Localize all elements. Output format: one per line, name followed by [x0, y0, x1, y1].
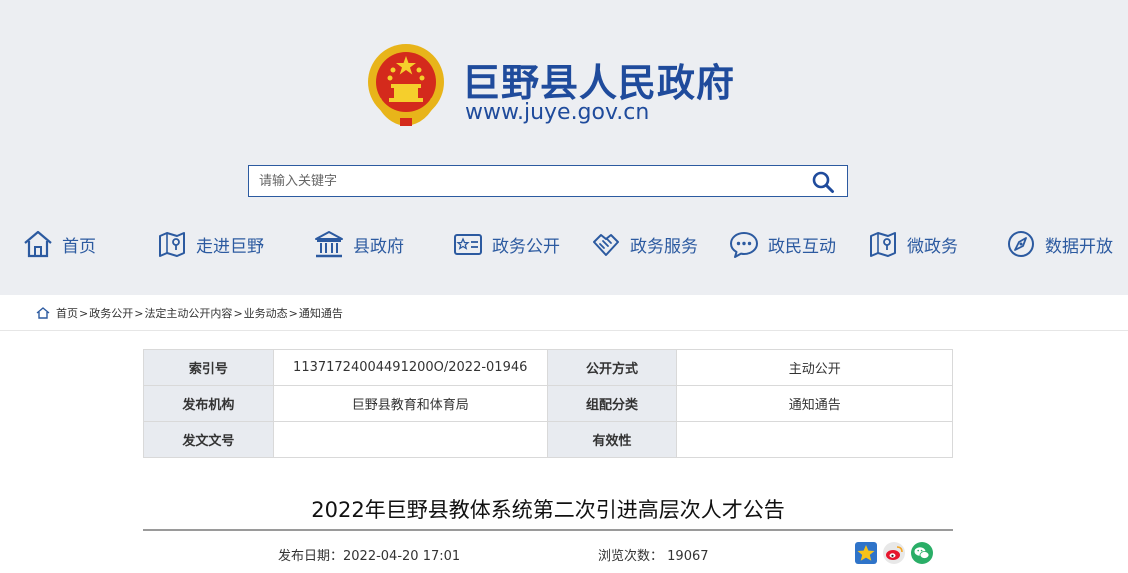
- publisher-label: 发布机构: [143, 385, 274, 422]
- nav-item-government-affairs-disclosure[interactable]: 政务公开: [452, 222, 560, 266]
- site-url[interactable]: www.juye.gov.cn: [465, 100, 649, 125]
- nav-item-micro-government[interactable]: 微政务: [867, 222, 958, 266]
- validity-label: 有效性: [546, 421, 678, 458]
- breadcrumb-separator: >: [134, 306, 144, 320]
- compass-icon: [1008, 231, 1034, 257]
- map-icon: [159, 232, 185, 257]
- publish-date: 发布日期：2022-04-20 17:01: [278, 545, 460, 564]
- breadcrumb-link-business-news[interactable]: 业务动态: [244, 305, 288, 321]
- publish-date-label: 发布日期：: [278, 549, 344, 564]
- category-label: 组配分类: [546, 385, 678, 422]
- open-method-value: 主动公开: [676, 349, 953, 386]
- breadcrumb-separator: >: [79, 306, 89, 320]
- nav-item-label: 政务服务: [630, 236, 698, 257]
- nav-item-open-data[interactable]: 数据开放: [1005, 222, 1113, 266]
- chat-icon: [730, 232, 758, 258]
- document-number-value: [272, 421, 548, 458]
- article-title: 2022年巨野县教体系统第二次引进高层次人才公告: [311, 498, 785, 522]
- nav-item-label: 政民互动: [768, 236, 836, 257]
- national-emblem-icon: [368, 44, 444, 126]
- nav-item-label: 微政务: [907, 236, 958, 257]
- index-number-label: 索引号: [143, 349, 274, 386]
- favorite-star-icon[interactable]: [855, 542, 877, 564]
- wechat-icon[interactable]: [911, 542, 933, 564]
- view-count: 浏览次数： 19067: [598, 545, 709, 564]
- nav-item-label: 县政府: [353, 236, 404, 257]
- breadcrumb-link-disclosure[interactable]: 政务公开: [89, 305, 133, 321]
- document-number-label: 发文文号: [143, 421, 274, 458]
- nav-item-label: 走进巨野: [196, 236, 264, 257]
- search-box: [248, 165, 848, 197]
- breadcrumb-link-home[interactable]: 首页: [56, 305, 78, 321]
- breadcrumb-bar: 首页 > 政务公开 > 法定主动公开内容 > 业务动态 > 通知通告: [0, 295, 1128, 331]
- site-header: 巨野县人民政府 www.juye.gov.cn 首页 走进巨野: [0, 0, 1128, 295]
- table-row: 发文文号 有效性: [143, 421, 953, 458]
- nav-item-public-interaction[interactable]: 政民互动: [728, 222, 836, 266]
- handshake-icon: [593, 234, 619, 256]
- breadcrumb: 首页 > 政务公开 > 法定主动公开内容 > 业务动态 > 通知通告: [36, 305, 343, 321]
- government-building-icon: [315, 231, 343, 258]
- main-nav: 首页 走进巨野 县政府 政务公开 政务服务 政民互动 微政务 数据开放: [0, 222, 1128, 266]
- share-bar: [855, 542, 939, 564]
- publisher-value: 巨野县教育和体育局: [272, 385, 548, 422]
- view-count-label: 浏览次数：: [598, 549, 664, 564]
- open-method-label: 公开方式: [546, 349, 678, 386]
- publish-date-value: 2022-04-20 17:01: [343, 549, 461, 564]
- nav-item-government-services[interactable]: 政务服务: [590, 222, 698, 266]
- nav-item-label: 数据开放: [1045, 236, 1113, 257]
- map-icon: [870, 232, 896, 257]
- weibo-icon[interactable]: [883, 542, 905, 564]
- breadcrumb-separator: >: [288, 306, 298, 320]
- nav-item-home[interactable]: 首页: [22, 222, 96, 266]
- breadcrumb-link-statutory-content[interactable]: 法定主动公开内容: [144, 305, 232, 321]
- document-metadata-table: 索引号 11371724004491200O/2022-01946 公开方式 主…: [143, 349, 953, 458]
- search-icon[interactable]: [811, 170, 835, 194]
- id-card-icon: [454, 234, 482, 255]
- nav-item-county-government[interactable]: 县政府: [313, 222, 404, 266]
- validity-value: [676, 421, 953, 458]
- search-input[interactable]: [249, 166, 809, 196]
- nav-item-about[interactable]: 走进巨野: [156, 222, 264, 266]
- breadcrumb-separator: >: [233, 306, 243, 320]
- nav-item-label: 首页: [62, 236, 96, 257]
- home-icon: [36, 307, 50, 319]
- index-number-value: 11371724004491200O/2022-01946: [272, 349, 548, 386]
- title-divider: [143, 529, 953, 531]
- table-row: 发布机构 巨野县教育和体育局 组配分类 通知通告: [143, 385, 953, 422]
- site-title: 巨野县人民政府: [462, 61, 736, 105]
- view-count-value: 19067: [667, 549, 709, 564]
- table-row: 索引号 11371724004491200O/2022-01946 公开方式 主…: [143, 349, 953, 386]
- breadcrumb-link-notices[interactable]: 通知通告: [299, 305, 343, 321]
- nav-item-label: 政务公开: [492, 236, 560, 257]
- category-value: 通知通告: [676, 385, 953, 422]
- home-icon: [24, 230, 52, 258]
